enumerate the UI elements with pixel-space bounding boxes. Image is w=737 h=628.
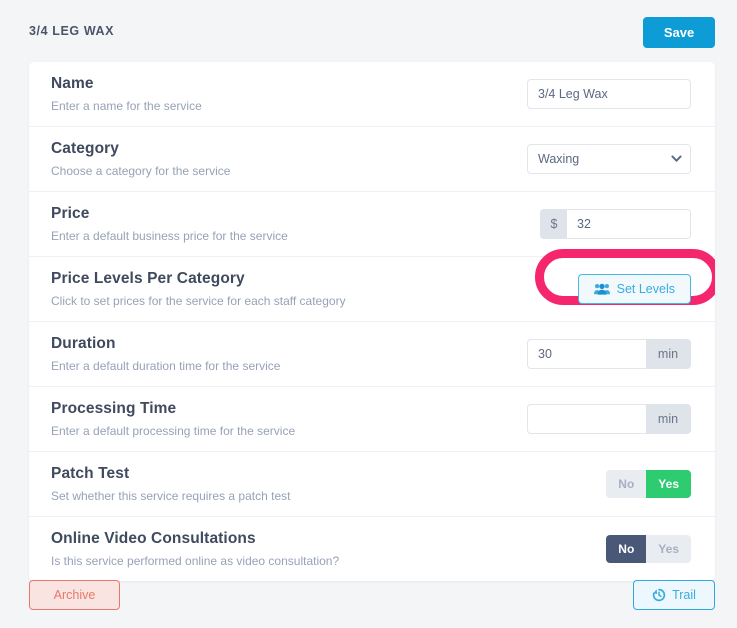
- category-select[interactable]: Waxing: [527, 144, 691, 174]
- row-control-patch-test: No Yes: [505, 470, 691, 498]
- trail-label: Trail: [672, 588, 696, 602]
- currency-prefix: $: [540, 209, 567, 239]
- row-title-patch-test: Patch Test: [51, 465, 130, 482]
- form-row-patch-test: Patch Test Set whether this service requ…: [29, 452, 715, 517]
- patch-test-option-no[interactable]: No: [606, 470, 647, 498]
- row-labels: Patch Test Set whether this service requ…: [51, 452, 505, 516]
- form-row-price-levels: Price Levels Per Category Click to set p…: [29, 249, 715, 322]
- row-control-online-video: No Yes: [505, 535, 691, 563]
- row-title-price: Price: [51, 205, 90, 222]
- price-input[interactable]: [567, 209, 691, 239]
- patch-test-toggle[interactable]: No Yes: [606, 470, 691, 498]
- duration-input[interactable]: [527, 339, 646, 369]
- page-footer: Archive Trail: [0, 575, 737, 628]
- processing-time-input[interactable]: [527, 404, 646, 434]
- form-row-processing-time: Processing Time Enter a default processi…: [29, 387, 715, 452]
- row-labels: Processing Time Enter a default processi…: [51, 387, 505, 451]
- archive-button[interactable]: Archive: [29, 580, 120, 610]
- row-description-patch-test: Set whether this service requires a patc…: [51, 489, 291, 503]
- set-levels-wrapper: Set Levels: [577, 274, 691, 304]
- form-row-category: Category Choose a category for the servi…: [29, 127, 715, 192]
- row-title-online-video: Online Video Consultations: [51, 530, 256, 547]
- row-control-price: $: [505, 209, 691, 239]
- online-video-option-yes[interactable]: Yes: [646, 535, 691, 563]
- online-video-option-no[interactable]: No: [606, 535, 647, 563]
- name-input[interactable]: [527, 79, 691, 109]
- row-description-price: Enter a default business price for the s…: [51, 229, 288, 243]
- row-labels: Category Choose a category for the servi…: [51, 127, 505, 191]
- form-row-online-video-consultations: Online Video Consultations Is this servi…: [29, 517, 715, 581]
- row-labels: Name Enter a name for the service: [51, 62, 505, 126]
- row-control-category: Waxing: [505, 144, 691, 174]
- save-button[interactable]: Save: [643, 17, 715, 48]
- page-title: 3/4 LEG WAX: [29, 24, 115, 38]
- row-labels: Price Enter a default business price for…: [51, 192, 505, 256]
- row-labels: Duration Enter a default duration time f…: [51, 322, 505, 386]
- row-description-name: Enter a name for the service: [51, 99, 202, 113]
- form-row-price: Price Enter a default business price for…: [29, 192, 715, 257]
- form-row-name: Name Enter a name for the service: [29, 62, 715, 127]
- patch-test-option-yes[interactable]: Yes: [646, 470, 691, 498]
- row-title-price-levels: Price Levels Per Category: [51, 270, 245, 287]
- online-video-toggle[interactable]: No Yes: [606, 535, 691, 563]
- row-description-category: Choose a category for the service: [51, 164, 231, 178]
- row-title-name: Name: [51, 75, 94, 92]
- row-title-category: Category: [51, 140, 119, 157]
- processing-time-input-group: min: [527, 404, 691, 434]
- users-icon: [593, 283, 610, 295]
- page-header: 3/4 LEG WAX Save: [0, 0, 737, 64]
- processing-time-unit-suffix: min: [646, 404, 691, 434]
- row-control-duration: min: [505, 339, 691, 369]
- row-description-processing-time: Enter a default processing time for the …: [51, 424, 296, 438]
- form-row-duration: Duration Enter a default duration time f…: [29, 322, 715, 387]
- row-labels: Price Levels Per Category Click to set p…: [51, 257, 505, 321]
- price-input-group: $: [540, 209, 691, 239]
- set-levels-label: Set Levels: [616, 282, 675, 296]
- set-levels-button[interactable]: Set Levels: [577, 274, 691, 304]
- row-control-name: [505, 79, 691, 109]
- trail-button[interactable]: Trail: [633, 580, 715, 610]
- category-select-wrapper[interactable]: Waxing: [527, 144, 691, 174]
- row-title-duration: Duration: [51, 335, 116, 352]
- duration-unit-suffix: min: [646, 339, 691, 369]
- service-form-card: Name Enter a name for the service Catego…: [29, 62, 715, 581]
- duration-input-group: min: [527, 339, 691, 369]
- row-description-price-levels: Click to set prices for the service for …: [51, 294, 346, 308]
- history-icon: [652, 588, 666, 602]
- row-description-online-video: Is this service performed online as vide…: [51, 554, 340, 568]
- row-labels: Online Video Consultations Is this servi…: [51, 517, 505, 581]
- row-description-duration: Enter a default duration time for the se…: [51, 359, 281, 373]
- row-control-price-levels: Set Levels: [505, 274, 691, 304]
- row-control-processing-time: min: [505, 404, 691, 434]
- row-title-processing-time: Processing Time: [51, 400, 177, 417]
- service-edit-page: 3/4 LEG WAX Save Name Enter a name for t…: [0, 0, 737, 628]
